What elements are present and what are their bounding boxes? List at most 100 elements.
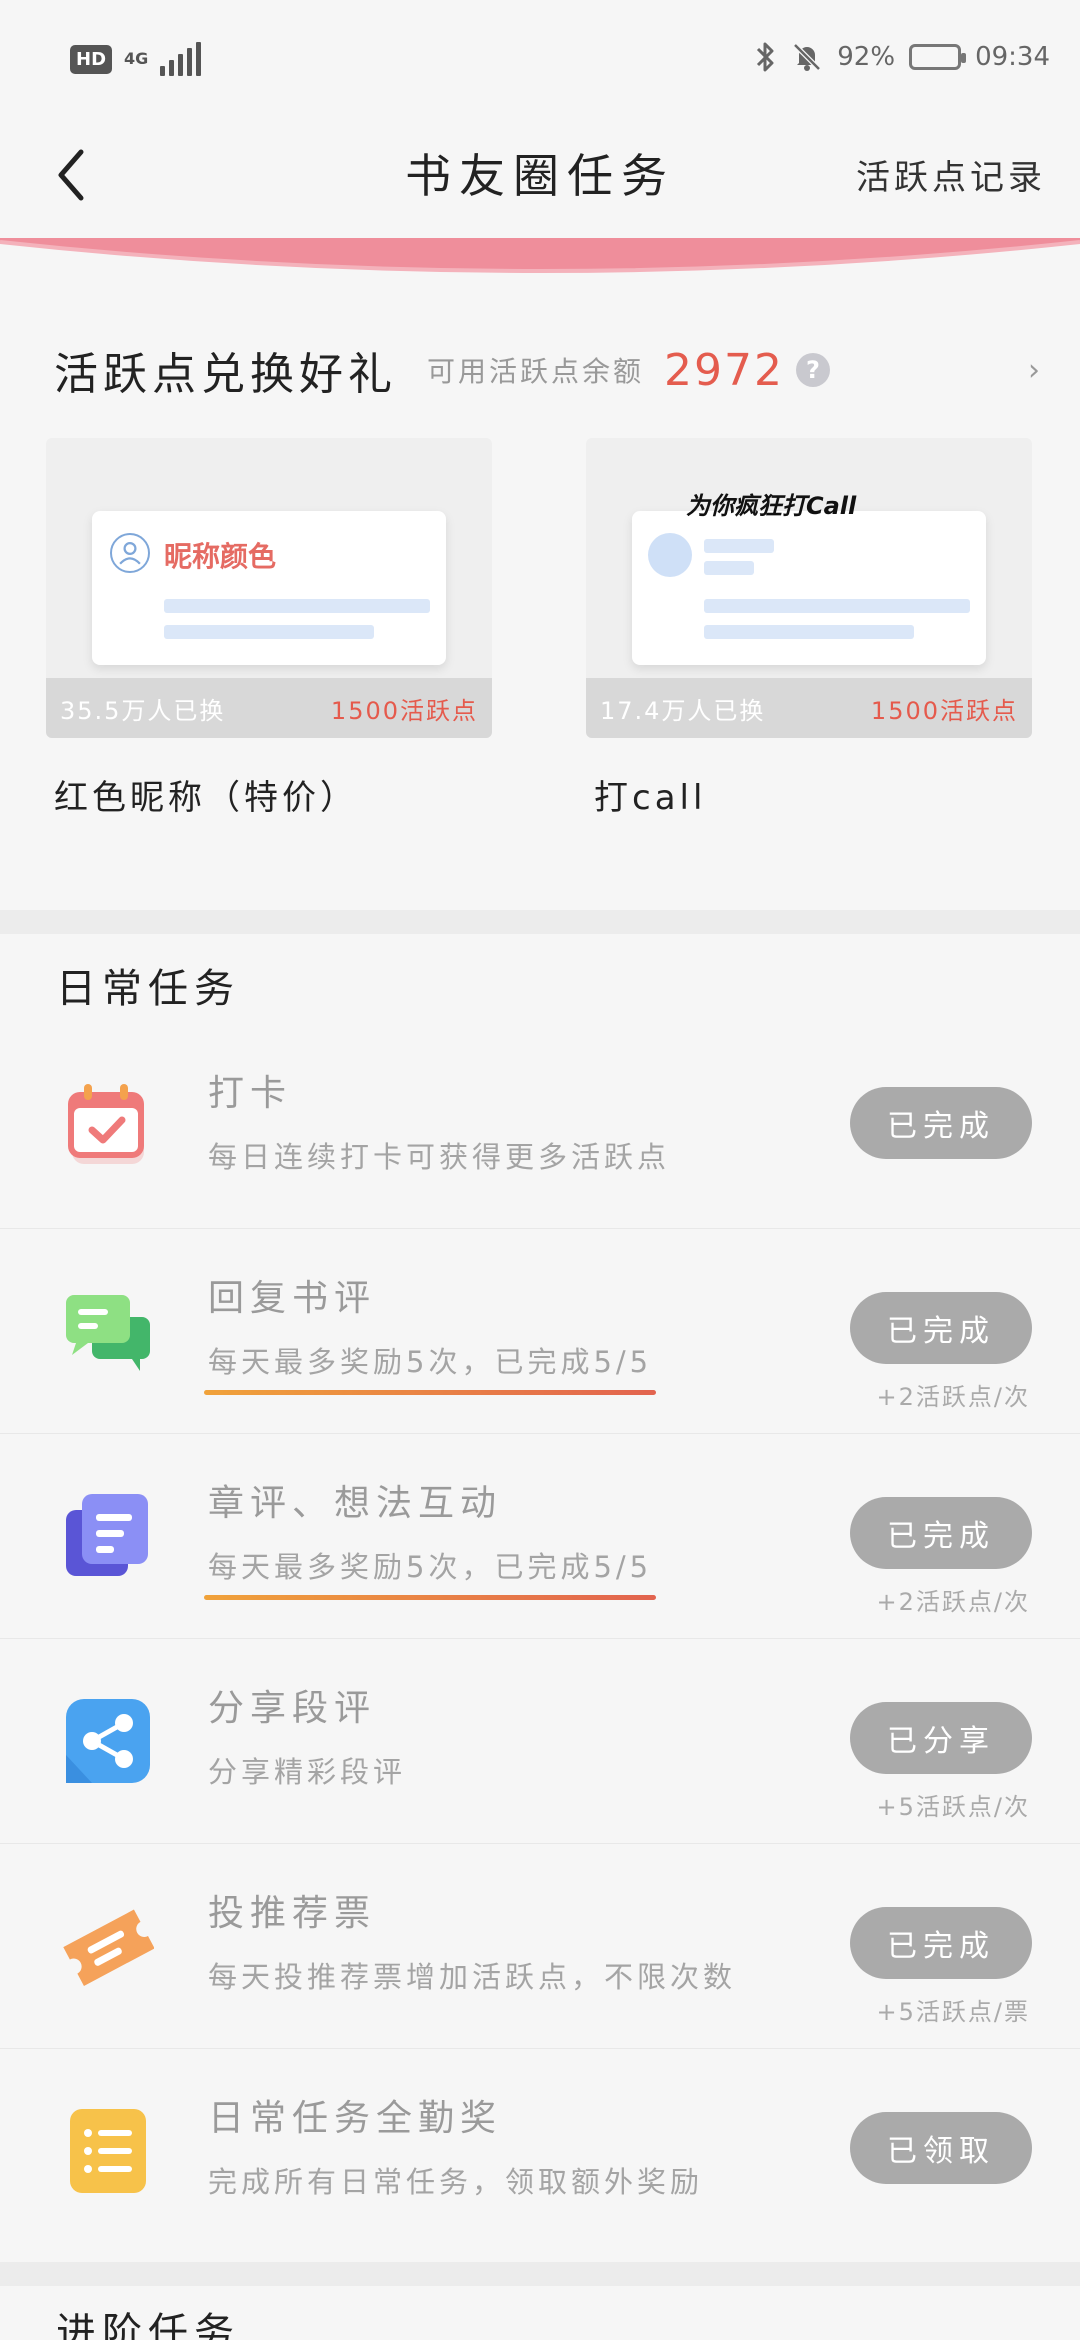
reward-card-red-nickname[interactable]: 昵称颜色 35.5万人已换 1500活跃点 红色昵称（特价） <box>46 438 492 819</box>
task-reward: +2活跃点/次 <box>876 1588 1030 1616</box>
task-text: 投推荐票每天投推荐票增加活跃点，不限次数 <box>208 1884 736 2004</box>
calendar-check-icon <box>62 1080 154 1172</box>
chevron-right-icon[interactable]: › <box>1028 353 1040 388</box>
reward-name: 红色昵称（特价） <box>54 778 358 818</box>
exchange-header[interactable]: 活跃点兑换好礼 可用活跃点余额 2972 ? › <box>54 335 1040 405</box>
task-item: 回复书评每天最多奖励5次，已完成5/5 已完成 +2活跃点/次 <box>0 1229 1080 1434</box>
reward-stats: 35.5万人已换 1500活跃点 <box>46 678 492 738</box>
task-text: 回复书评每天最多奖励5次，已完成5/5 <box>204 1269 657 1395</box>
network-label: 4G <box>124 49 149 68</box>
placeholder-line <box>164 599 430 613</box>
task-description: 分享精彩段评 <box>208 1749 406 1799</box>
daily-tasks-section: 日常任务 打卡 每日连续打卡可获得更多活跃点 已完成 回复书评 每天最多奖励5次，已完… <box>0 934 1080 2258</box>
section-divider <box>0 910 1080 934</box>
mute-bell-icon <box>793 43 822 71</box>
task-text: 章评、想法互动每天最多奖励5次，已完成5/5 <box>204 1474 657 1600</box>
status-bar: HD 4G 92% 09:34 <box>0 0 1080 120</box>
placeholder-line <box>164 625 374 639</box>
task-text: 日常任务全勤奖完成所有日常任务，领取额外奖励 <box>208 2089 703 2209</box>
help-icon[interactable]: ? <box>796 353 830 387</box>
task-description: 每天投推荐票增加活跃点，不限次数 <box>208 1954 736 2004</box>
exchange-title: 活跃点兑换好礼 <box>54 349 397 400</box>
balance-value: 2972 <box>664 344 784 396</box>
task-description-text: 每天最多奖励5次，已完成5/5 <box>208 1345 653 1379</box>
balance-label: 可用活跃点余额 <box>427 355 645 388</box>
daily-tasks-title: 日常任务 <box>56 966 240 1012</box>
call-banner-text: 为你疯狂打Call <box>686 492 857 520</box>
title-bar: 书友圈任务 活跃点记录 <box>0 120 1080 230</box>
task-description: 每天最多奖励5次，已完成5/5 <box>204 1544 657 1600</box>
task-description: 完成所有日常任务，领取额外奖励 <box>208 2159 703 2209</box>
pink-wave-decoration <box>0 238 1080 273</box>
bluetooth-icon <box>757 42 774 72</box>
nickname-preview-card: 昵称颜色 <box>92 511 446 665</box>
task-item: 打卡每日连续打卡可获得更多活跃点 已完成 <box>0 1024 1080 1229</box>
task-text: 打卡每日连续打卡可获得更多活跃点 <box>208 1064 670 1184</box>
share-icon <box>62 1695 154 1787</box>
status-right: 92% 09:34 <box>755 40 1050 74</box>
task-item: 分享段评分享精彩段评 已分享 +5活跃点/次 <box>0 1639 1080 1844</box>
reward-cost: 1500活跃点 <box>870 696 1018 725</box>
call-preview-card <box>632 511 986 665</box>
placeholder-line <box>704 625 914 639</box>
chat-bubbles-icon <box>62 1285 154 1377</box>
task-status-button[interactable]: 已分享 <box>850 1702 1032 1774</box>
reward-preview: 昵称颜色 35.5万人已换 1500活跃点 <box>46 438 492 738</box>
task-name: 章评、想法互动 <box>208 1483 503 1524</box>
task-name: 投推荐票 <box>208 1893 377 1934</box>
task-status-button[interactable]: 已领取 <box>850 2112 1032 2184</box>
signal-icon <box>160 42 202 76</box>
nickname-preview-text: 昵称颜色 <box>164 540 277 573</box>
task-progress-bar <box>204 1595 657 1600</box>
reward-preview: 为你疯狂打Call 17.4万人已换 1500活跃点 <box>586 438 1032 738</box>
reward-card-call[interactable]: 为你疯狂打Call 17.4万人已换 1500活跃点 打call <box>586 438 1032 819</box>
task-progress-bar <box>204 1390 657 1395</box>
page: HD 4G 92% 09:34 书友圈任务 活跃点记录 活跃点兑换好礼 可用活跃… <box>0 0 1080 2340</box>
task-description-text: 分享精彩段评 <box>208 1755 407 1789</box>
task-description-text: 每天最多奖励5次，已完成5/5 <box>208 1550 653 1584</box>
task-name: 打卡 <box>208 1073 293 1114</box>
avatar-placeholder <box>648 533 692 577</box>
advanced-tasks-title: 进阶任务 <box>56 2310 240 2340</box>
clock: 09:34 <box>975 42 1050 72</box>
battery-percent: 92% <box>837 42 896 72</box>
task-status-button[interactable]: 已完成 <box>850 1292 1032 1364</box>
reward-exchange-count: 35.5万人已换 <box>60 696 226 725</box>
task-status-button[interactable]: 已完成 <box>850 1907 1032 1979</box>
task-item: 投推荐票每天投推荐票增加活跃点，不限次数 已完成 +5活跃点/票 <box>0 1844 1080 2049</box>
placeholder-line <box>704 561 754 575</box>
task-description-text: 每日连续打卡可获得更多活跃点 <box>208 1140 671 1174</box>
task-status-button[interactable]: 已完成 <box>850 1087 1032 1159</box>
task-list: 打卡 每日连续打卡可获得更多活跃点 已完成 回复书评 每天最多奖励5次，已完成5/5 已… <box>0 1024 1080 2254</box>
task-name: 日常任务全勤奖 <box>208 2098 503 2139</box>
reward-name: 打call <box>594 778 707 818</box>
task-status-button[interactable]: 已完成 <box>850 1497 1032 1569</box>
task-description-text: 每天投推荐票增加活跃点，不限次数 <box>208 1960 737 1994</box>
task-text: 分享段评分享精彩段评 <box>208 1679 406 1799</box>
status-left: HD 4G <box>70 42 202 76</box>
task-description: 每天最多奖励5次，已完成5/5 <box>204 1339 657 1395</box>
hd-badge: HD <box>70 44 113 74</box>
battery-icon <box>909 44 967 70</box>
task-reward: +5活跃点/次 <box>876 1793 1030 1821</box>
reward-exchange-count: 17.4万人已换 <box>600 696 766 725</box>
task-description-text: 完成所有日常任务，领取额外奖励 <box>208 2165 704 2199</box>
task-reward: +2活跃点/次 <box>876 1383 1030 1411</box>
placeholder-line <box>704 539 774 553</box>
user-avatar-icon <box>110 533 150 573</box>
placeholder-line <box>704 599 970 613</box>
task-reward: +5活跃点/票 <box>876 1998 1030 2026</box>
task-item: 日常任务全勤奖完成所有日常任务，领取额外奖励 已领取 <box>0 2049 1080 2254</box>
section-divider <box>0 2262 1080 2286</box>
exchange-section: 活跃点兑换好礼 可用活跃点余额 2972 ? › 昵称颜色 35.5万人已换 1… <box>0 310 1080 910</box>
list-icon <box>62 2105 154 2197</box>
reward-cost: 1500活跃点 <box>330 696 478 725</box>
task-name: 回复书评 <box>208 1278 377 1319</box>
reward-stats: 17.4万人已换 1500活跃点 <box>586 678 1032 738</box>
document-icon <box>62 1490 154 1582</box>
ticket-icon <box>62 1900 155 1992</box>
task-description: 每日连续打卡可获得更多活跃点 <box>208 1134 670 1184</box>
task-item: 章评、想法互动每天最多奖励5次，已完成5/5 已完成 +2活跃点/次 <box>0 1434 1080 1639</box>
task-name: 分享段评 <box>208 1688 377 1729</box>
records-link[interactable]: 活跃点记录 <box>856 150 1046 199</box>
